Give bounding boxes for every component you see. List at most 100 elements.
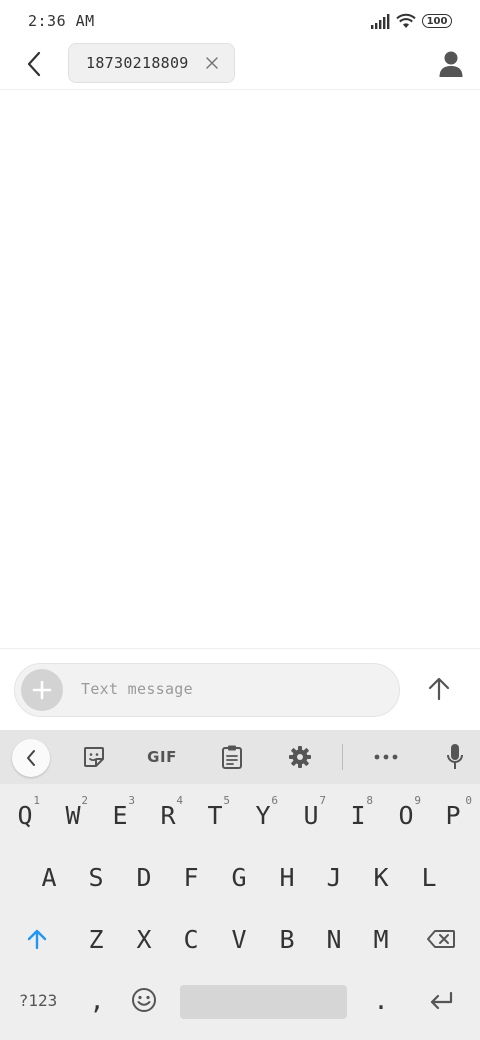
key-x[interactable]: X	[121, 910, 167, 968]
contact-icon[interactable]	[438, 50, 464, 78]
period-key[interactable]: .	[358, 971, 404, 1029]
key-label: D	[136, 862, 152, 892]
key-m[interactable]: M	[358, 910, 404, 968]
key-z[interactable]: Z	[73, 910, 119, 968]
key-a[interactable]: A	[26, 848, 72, 906]
key-label: R	[160, 800, 176, 830]
backspace-icon	[427, 930, 455, 948]
more-options-button[interactable]	[370, 741, 402, 773]
key-label: I	[350, 800, 366, 830]
key-label: H	[279, 862, 295, 892]
key-f[interactable]: F	[168, 848, 214, 906]
close-icon[interactable]	[204, 55, 220, 71]
key-label: V	[231, 924, 247, 954]
recipient-chip[interactable]: 18730218809	[68, 43, 235, 83]
key-label: O	[398, 800, 414, 830]
key-number-hint: 1	[33, 794, 40, 807]
key-k[interactable]: K	[358, 848, 404, 906]
key-number-hint: 6	[271, 794, 278, 807]
sticker-button[interactable]	[78, 741, 110, 773]
recipient-number: 18730218809	[86, 54, 189, 72]
key-label: T	[207, 800, 223, 830]
key-label: K	[373, 862, 389, 892]
key-r[interactable]: R4	[145, 786, 191, 844]
message-placeholder: Text message	[81, 680, 193, 698]
message-list[interactable]	[0, 91, 480, 648]
key-label: A	[41, 862, 57, 892]
key-e[interactable]: E3	[97, 786, 143, 844]
key-number-hint: 8	[366, 794, 373, 807]
chevron-left-icon	[27, 750, 35, 766]
key-label: C	[183, 924, 199, 954]
status-icons: 100	[370, 12, 452, 30]
status-time: 2:36 AM	[28, 12, 95, 30]
key-label: B	[279, 924, 295, 954]
keyboard-row-2: A S D F G H J K L	[0, 848, 480, 906]
sticker-icon	[84, 747, 104, 767]
clipboard-button[interactable]	[216, 741, 248, 773]
symbols-key[interactable]: ?123	[10, 971, 66, 1029]
key-g[interactable]: G	[216, 848, 262, 906]
gif-button[interactable]: GIF	[144, 741, 180, 773]
back-button[interactable]	[18, 48, 50, 80]
key-label: Q	[17, 800, 33, 830]
key-number-hint: 3	[128, 794, 135, 807]
wifi-icon	[396, 13, 416, 28]
key-s[interactable]: S	[73, 848, 119, 906]
key-number-hint: 2	[81, 794, 88, 807]
key-label: E	[112, 800, 128, 830]
key-label: M	[373, 924, 389, 954]
emoji-key[interactable]	[121, 971, 167, 1029]
microphone-icon	[447, 744, 463, 769]
key-o[interactable]: O9	[383, 786, 429, 844]
collapse-toolbar-button[interactable]	[12, 739, 50, 777]
enter-key[interactable]	[418, 971, 464, 1029]
status-bar: 2:36 AM 100	[0, 0, 480, 42]
key-c[interactable]: C	[168, 910, 214, 968]
gear-icon	[289, 746, 311, 768]
message-input[interactable]: Text message	[14, 663, 400, 717]
key-h[interactable]: H	[264, 848, 310, 906]
key-label: G	[231, 862, 247, 892]
key-label: Z	[88, 924, 104, 954]
key-label: J	[326, 862, 342, 892]
comma-key[interactable]: ,	[74, 971, 120, 1029]
key-t[interactable]: T5	[192, 786, 238, 844]
key-d[interactable]: D	[121, 848, 167, 906]
key-w[interactable]: W2	[50, 786, 96, 844]
key-label: U	[303, 800, 319, 830]
key-number-hint: 9	[414, 794, 421, 807]
settings-button[interactable]	[284, 741, 316, 773]
shift-key[interactable]	[14, 910, 60, 968]
emoji-icon	[132, 988, 156, 1012]
key-number-hint: 0	[465, 794, 472, 807]
key-label: Y	[255, 800, 271, 830]
key-label: W	[65, 800, 81, 830]
key-n[interactable]: N	[311, 910, 357, 968]
key-v[interactable]: V	[216, 910, 262, 968]
key-l[interactable]: L	[406, 848, 452, 906]
clipboard-icon	[222, 745, 242, 769]
backspace-key[interactable]	[418, 910, 464, 968]
keyboard-row-1: Q1 W2 E3 R4 T5 Y6 U7 I8 O9 P0	[0, 786, 480, 844]
conversation-header: 18730218809	[0, 42, 480, 90]
voice-input-button[interactable]	[439, 741, 471, 773]
key-p[interactable]: P0	[430, 786, 476, 844]
keyboard-row-4: ?123 , .	[0, 971, 480, 1029]
key-u[interactable]: U7	[288, 786, 334, 844]
space-bar[interactable]	[180, 985, 347, 1019]
key-label: F	[183, 862, 199, 892]
key-q[interactable]: Q1	[2, 786, 48, 844]
key-i[interactable]: I8	[335, 786, 381, 844]
battery-level: 100	[426, 15, 448, 27]
key-j[interactable]: J	[311, 848, 357, 906]
key-b[interactable]: B	[264, 910, 310, 968]
send-button[interactable]	[422, 672, 456, 706]
key-number-hint: 5	[223, 794, 230, 807]
symbols-label: ?123	[18, 990, 58, 1010]
key-label: P	[445, 800, 461, 830]
add-attachment-button[interactable]	[21, 669, 63, 711]
plus-icon	[32, 680, 52, 700]
toolbar-divider	[342, 744, 343, 770]
key-y[interactable]: Y6	[240, 786, 286, 844]
